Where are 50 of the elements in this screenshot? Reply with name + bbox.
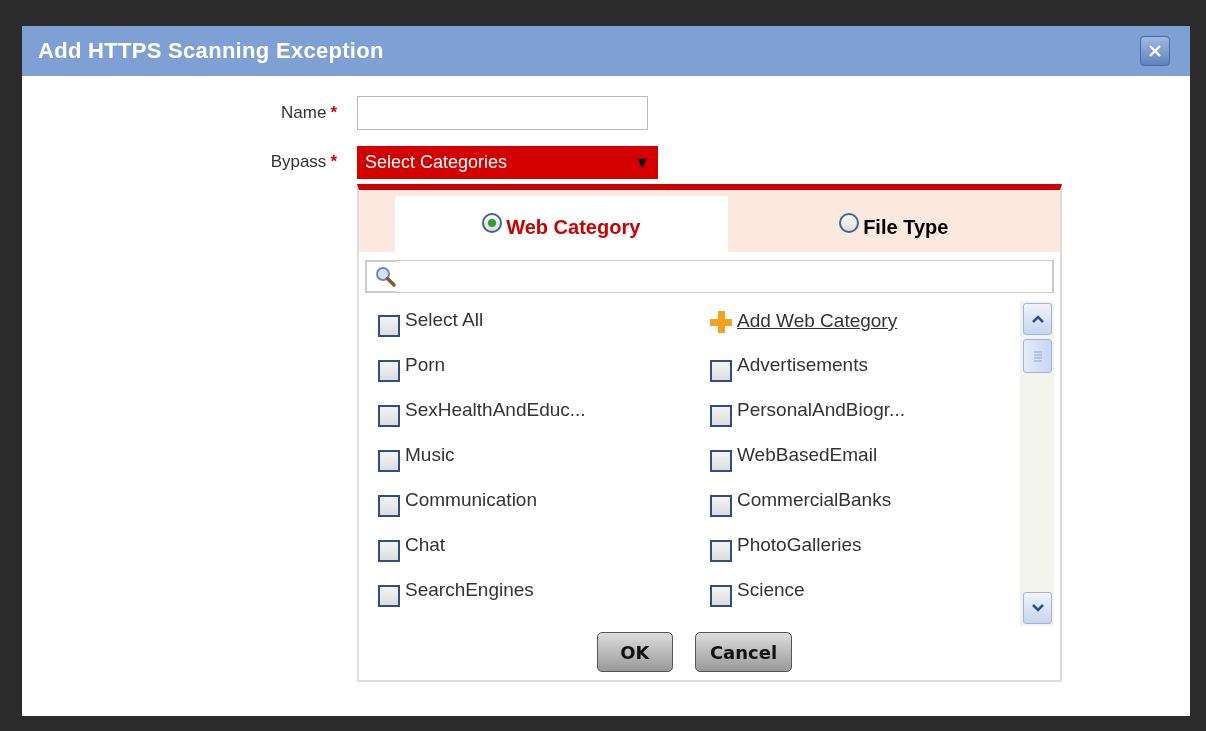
checkbox-label: Porn [405,354,446,376]
field-label: Name [281,103,327,123]
checkbox-label: CommercialBanks [737,489,892,511]
checkbox[interactable] [378,540,400,562]
checkbox[interactable] [378,315,400,337]
checkbox-label: Chat [405,534,446,556]
chevron-down-icon [1030,603,1045,613]
add-category-link[interactable]: Add Web Category [737,309,898,333]
checkbox-label: Select All [405,309,484,331]
search-icon [375,265,397,288]
dialog-button[interactable]: OK [596,632,673,672]
dialog-title: Add HTTPS Scanning Exception [38,38,384,64]
checkbox[interactable] [710,360,732,382]
checkbox-label: SearchEngines [405,579,534,601]
checkbox[interactable] [710,495,732,517]
checkbox[interactable] [378,360,400,382]
checkbox[interactable] [378,585,400,607]
checkbox-label: Music [405,444,455,466]
name-field[interactable] [357,96,648,130]
scroll-thumb[interactable] [1023,339,1052,373]
checkbox-label: Communication [405,489,537,511]
checkbox[interactable] [710,540,732,562]
close-button[interactable] [1140,36,1170,66]
scroll-up-button[interactable] [1023,303,1052,335]
checkbox[interactable] [710,450,732,472]
radio-button[interactable] [482,213,503,233]
required-mark: * [330,152,337,172]
required-mark: * [330,103,337,123]
tab[interactable]: Web Category [395,196,728,252]
checkbox[interactable] [710,405,732,427]
checkbox[interactable] [710,585,732,607]
checkbox-label: PersonalAndBiogr... [737,399,905,421]
field-label: Bypass [270,152,327,172]
checkbox[interactable] [378,405,400,427]
checkbox-label: WebBasedEmail [737,444,878,466]
scroll-down-button[interactable] [1023,592,1052,624]
checkbox-label: SexHealthAndEduc... [405,399,586,421]
checkbox[interactable] [378,450,400,472]
checkbox-label: Science [737,579,805,601]
close-icon [1147,43,1163,59]
category-dropdown[interactable]: Select Categories ▼ [357,146,658,179]
checkbox-label: Advertisements [737,354,868,376]
search-field[interactable] [365,260,1054,293]
dialog-button[interactable]: Cancel [694,632,793,672]
radio-button[interactable] [839,213,860,233]
chevron-up-icon [1030,314,1045,324]
checkbox[interactable] [378,495,400,517]
scrollbar[interactable] [1020,301,1054,626]
tab[interactable]: File Type [727,196,1060,252]
checkbox-label: PhotoGalleries [737,534,862,556]
